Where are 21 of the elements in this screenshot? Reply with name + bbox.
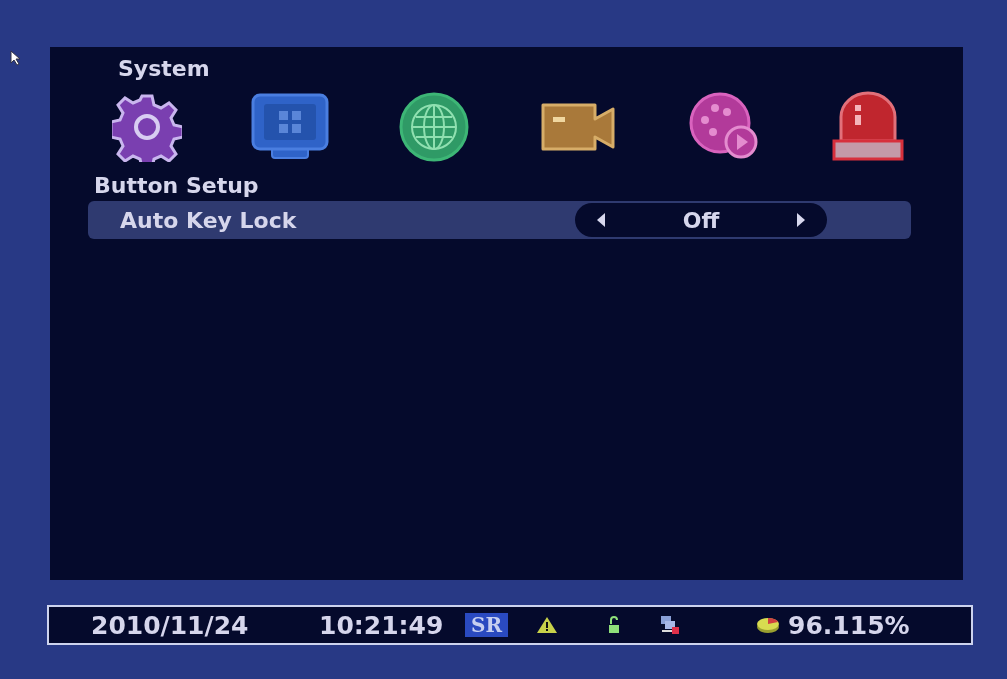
menu-title: System — [118, 55, 211, 83]
globe-icon[interactable] — [398, 91, 471, 163]
setting-value: Off — [682, 207, 720, 233]
alarm-light-icon[interactable] — [830, 91, 905, 163]
disk-usage-text: 96.115% — [788, 610, 910, 640]
setting-row[interactable]: Auto Key Lock Off — [88, 201, 911, 239]
mouse-pointer-icon — [10, 50, 22, 66]
right-arrow-icon[interactable] — [797, 213, 805, 227]
disk-usage-icon — [756, 616, 781, 634]
gear-icon[interactable] — [112, 92, 182, 162]
left-arrow-icon[interactable] — [597, 213, 605, 227]
record-mode-badge: SR — [465, 613, 509, 637]
unlocked-padlock-icon — [608, 616, 621, 634]
setting-label: Auto Key Lock — [120, 207, 298, 233]
date-text: 2010/11/24 — [91, 610, 250, 640]
time-text: 10:21:49 — [319, 610, 445, 640]
value-selector[interactable]: Off — [575, 203, 827, 237]
section-heading: Button Setup — [94, 172, 260, 200]
warning-icon — [536, 616, 559, 634]
monitor-icon[interactable] — [250, 92, 331, 162]
network-icon — [660, 615, 681, 635]
